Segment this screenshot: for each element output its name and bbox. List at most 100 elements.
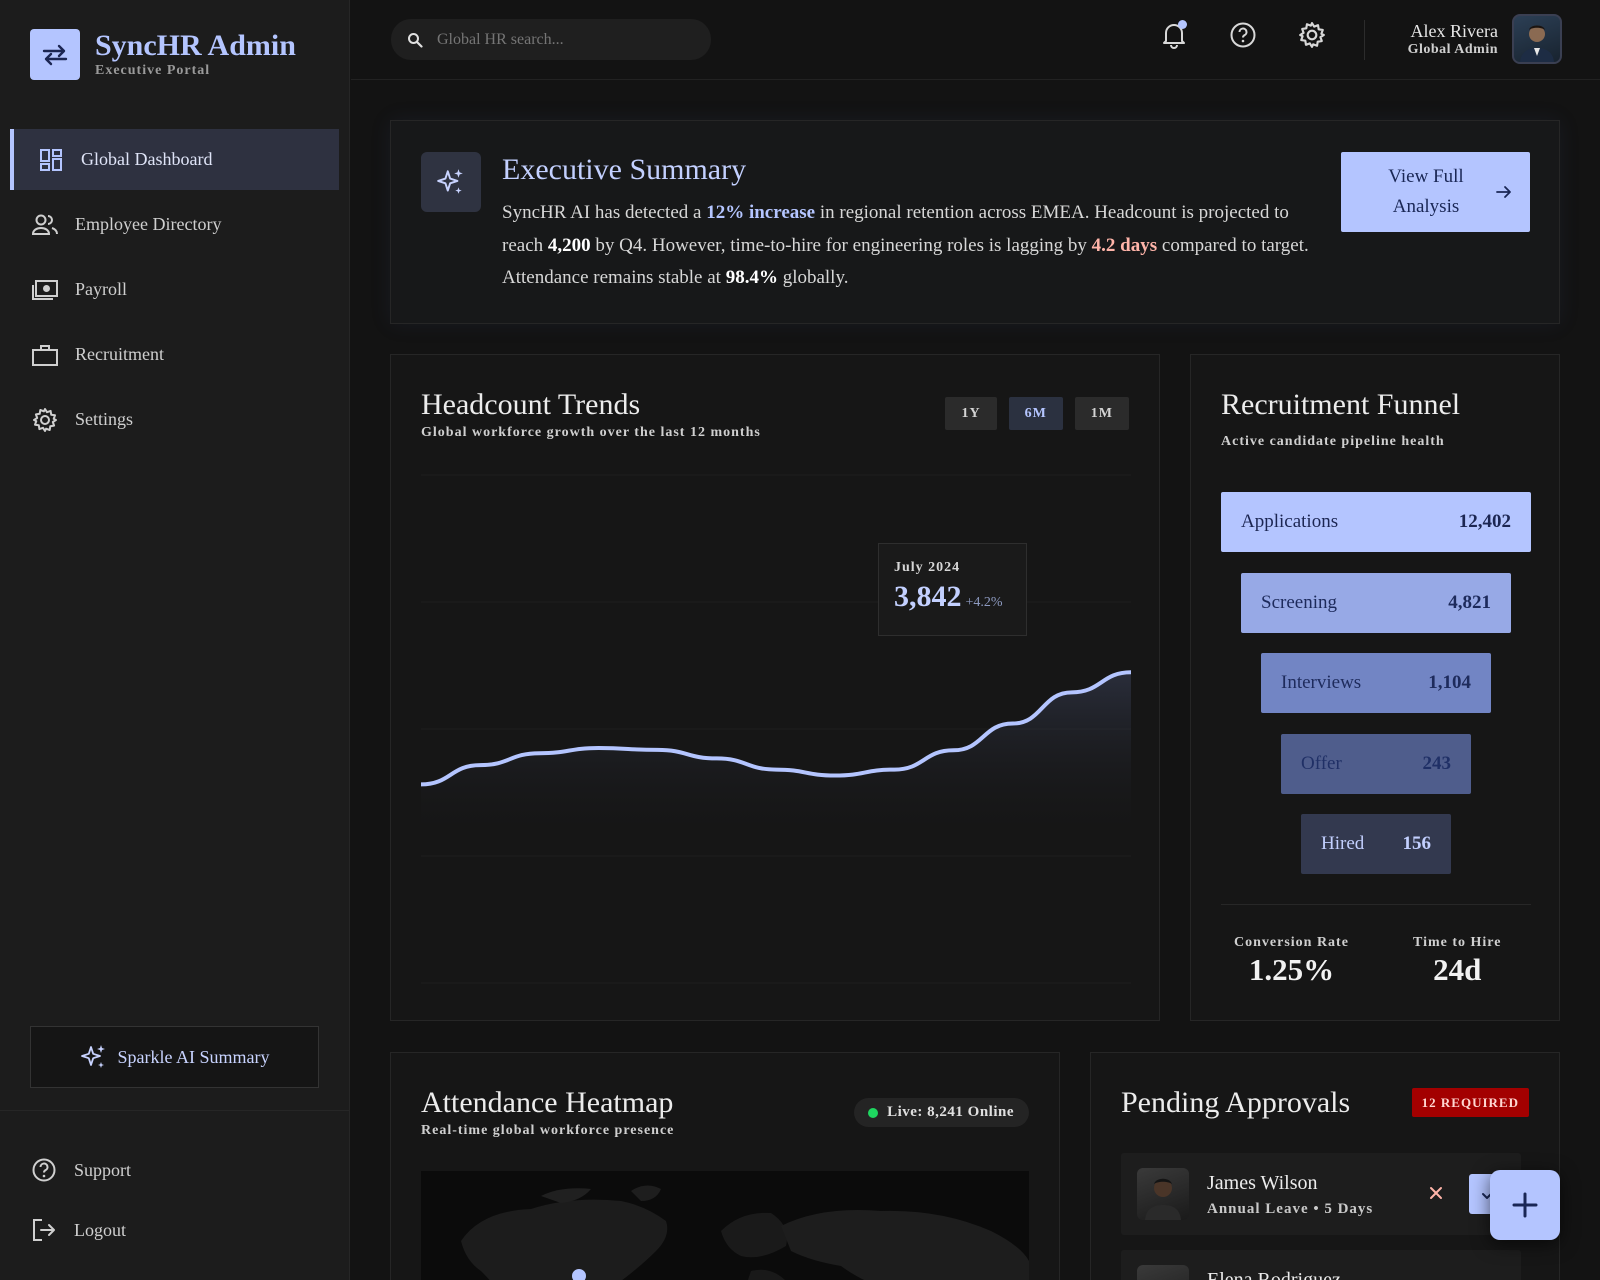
sidebar-item-label: Payroll [75, 279, 127, 299]
funnel-stage-applications[interactable]: Applications 12,402 [1221, 492, 1531, 552]
tooltip-change: +4.2% [965, 595, 1003, 610]
help-icon [1230, 22, 1256, 48]
logout-icon [30, 1217, 58, 1243]
funnel-stage-value: 156 [1402, 833, 1432, 854]
notification-dot [1178, 20, 1187, 29]
live-dot [868, 1107, 879, 1118]
sparkle-icon [421, 152, 481, 212]
funnel-stage-label: Screening [1261, 591, 1337, 613]
stat-value: 24d [1433, 952, 1482, 987]
user-menu[interactable]: Alex Rivera Global Admin [1408, 14, 1562, 64]
logout-label: Logout [74, 1219, 126, 1240]
funnel-title: Recruitment Funnel [1221, 388, 1461, 421]
attendance-title: Attendance Heatmap [421, 1086, 674, 1119]
settings-button[interactable] [1294, 17, 1330, 53]
required-count-badge: 12 REQUIRED [1411, 1088, 1529, 1117]
approvals-title: Pending Approvals [1121, 1086, 1351, 1119]
sparkle-ai-summary-button[interactable]: Sparkle AI Summary [30, 1026, 319, 1088]
summary-segment: 12% increase [706, 202, 816, 223]
brand-subtitle: Executive Portal [95, 62, 211, 78]
approval-type: Annual Leave • 5 Days [1207, 1201, 1374, 1217]
executive-summary-text: SyncHR AI has detected a 12% increase in… [502, 197, 1322, 295]
help-icon [30, 1157, 58, 1183]
funnel-divider [1221, 904, 1531, 905]
sparkle-label: Sparkle AI Summary [117, 1046, 270, 1067]
world-map[interactable] [421, 1171, 1029, 1280]
funnel-stage-hired[interactable]: Hired 156 [1301, 814, 1451, 874]
live-status-badge: Live: 8,241 Online [854, 1098, 1029, 1127]
attendance-subtitle: Real-time global workforce presence [421, 1123, 675, 1138]
sidebar-item-settings[interactable]: Settings [10, 389, 339, 450]
summary-segment: SyncHR AI has detected a [502, 202, 707, 223]
funnel-stage-interviews[interactable]: Interviews 1,104 [1261, 653, 1491, 713]
approval-avatar [1137, 1168, 1189, 1220]
sidebar-nav: Global Dashboard Employee Directory Payr… [10, 129, 339, 454]
dashboard-icon [37, 146, 65, 174]
headcount-trends-card: Headcount Trends Global workforce growth… [390, 354, 1160, 1021]
approval-row[interactable]: Elena Rodriguez [1121, 1250, 1521, 1280]
approval-row[interactable]: James Wilson Annual Leave • 5 Days [1121, 1153, 1521, 1235]
conversion-rate-stat: Conversion Rate 1.25% [1234, 935, 1349, 988]
summary-segment: globally. [777, 267, 849, 288]
logout-link[interactable]: Logout [30, 1200, 131, 1260]
tooltip-month: July 2024 [894, 560, 961, 575]
summary-segment: 4,200 [547, 234, 591, 256]
chart-tooltip: July 2024 3,842 +4.2% [878, 543, 1027, 636]
funnel-stage-value: 12,402 [1458, 511, 1511, 532]
user-role: Global Admin [1407, 41, 1498, 57]
pending-approvals-card: Pending Approvals 12 REQUIRED James Wils… [1090, 1052, 1560, 1280]
sidebar-item-employee-directory[interactable]: Employee Directory [10, 194, 339, 255]
stat-value: 1.25% [1248, 952, 1335, 987]
funnel-stage-label: Applications [1241, 511, 1339, 532]
gear-icon [31, 406, 59, 434]
search-box[interactable] [391, 19, 711, 60]
notifications-button[interactable] [1156, 17, 1192, 53]
user-name: Alex Rivera [1410, 20, 1498, 41]
funnel-stage-screening[interactable]: Screening 4,821 [1241, 572, 1511, 633]
brand-title: SyncHR Admin [95, 28, 296, 62]
topbar: Alex Rivera Global Admin [351, 0, 1600, 80]
sidebar-divider [0, 1110, 350, 1111]
sync-logo-icon [30, 29, 80, 80]
view-full-analysis-button[interactable]: View Full Analysis [1341, 152, 1530, 232]
funnel-stage-value: 243 [1422, 752, 1452, 774]
time-to-hire-stat: Time to Hire 24d [1413, 935, 1501, 988]
sidebar-item-global-dashboard[interactable]: Global Dashboard [10, 129, 339, 190]
search-input[interactable] [437, 30, 687, 49]
topbar-divider [1364, 20, 1365, 60]
approval-name: James Wilson [1207, 1172, 1318, 1194]
funnel-stage-value: 4,821 [1448, 591, 1491, 613]
summary-segment: 98.4% [725, 267, 778, 288]
funnel-stage-offer[interactable]: Offer 243 [1281, 733, 1471, 794]
funnel-stage-label: Offer [1301, 752, 1342, 774]
add-fab-button[interactable] [1490, 1170, 1560, 1240]
sidebar-item-label: Employee Directory [75, 214, 222, 234]
support-label: Support [74, 1159, 132, 1180]
live-label: Live: 8,241 Online [887, 1104, 1014, 1120]
support-link[interactable]: Support [30, 1140, 131, 1200]
sidebar-item-label: Global Dashboard [81, 149, 213, 169]
plus-icon [1512, 1192, 1538, 1218]
help-button[interactable] [1225, 17, 1261, 53]
funnel-stage-label: Interviews [1281, 672, 1362, 693]
search-icon [408, 32, 423, 48]
sidebar-item-label: Recruitment [75, 344, 164, 364]
funnel-subtitle: Active candidate pipeline health [1221, 434, 1445, 449]
payroll-icon [31, 276, 59, 304]
stat-label: Conversion Rate [1234, 935, 1349, 950]
sidebar-item-recruitment[interactable]: Recruitment [10, 324, 339, 385]
range-1y-button[interactable]: 1Y [945, 397, 997, 430]
brand[interactable]: SyncHR Admin Executive Portal [30, 29, 296, 80]
reject-button[interactable] [1423, 1180, 1449, 1206]
sidebar-item-label: Settings [75, 409, 134, 429]
sidebar-item-payroll[interactable]: Payroll [10, 259, 339, 320]
avatar[interactable] [1512, 14, 1562, 64]
funnel-stage-label: Hired [1321, 833, 1365, 854]
recruitment-funnel-card: Recruitment Funnel Active candidate pipe… [1190, 354, 1560, 1021]
range-1m-button[interactable]: 1M [1074, 397, 1129, 430]
approval-name: Elena Rodriguez [1207, 1269, 1341, 1280]
briefcase-icon [31, 341, 59, 369]
range-6m-button[interactable]: 6M [1008, 397, 1063, 430]
executive-summary-title: Executive Summary [502, 153, 747, 186]
funnel-stage-value: 1,104 [1428, 672, 1471, 693]
